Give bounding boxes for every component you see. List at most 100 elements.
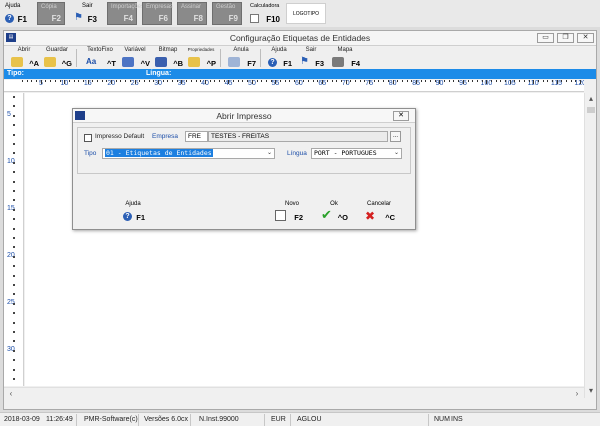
ruler-dot bbox=[13, 124, 15, 127]
horizontal-scrollbar[interactable]: ‹ › bbox=[4, 387, 584, 399]
ruler-tick bbox=[233, 80, 235, 82]
dialog-close-button[interactable]: ✕ bbox=[393, 111, 409, 121]
bitmap-button[interactable]: Bitmap ^B bbox=[153, 47, 183, 69]
calculator-button[interactable]: Calculadora F10 bbox=[247, 2, 283, 25]
ruler-tick bbox=[401, 80, 403, 82]
ruler-tick bbox=[195, 80, 197, 82]
help-button[interactable]: Ajuda ? F1 bbox=[2, 2, 30, 25]
ruler-tick bbox=[186, 80, 188, 82]
checkmark-icon: ✔ bbox=[321, 207, 332, 222]
status-currency: EUR bbox=[271, 416, 286, 423]
ruler-tick bbox=[322, 80, 324, 84]
exit-runner-icon: ⚑ bbox=[74, 12, 83, 23]
dialog-new-button[interactable]: Novo F2 bbox=[273, 201, 303, 223]
ruler-tick bbox=[373, 80, 375, 82]
ruler-tick bbox=[551, 80, 553, 82]
restore-button[interactable]: ❐ bbox=[557, 33, 574, 43]
scroll-thumb[interactable] bbox=[587, 107, 595, 113]
status-installation: N.Inst.99000 bbox=[199, 416, 239, 423]
ruler-dot bbox=[13, 171, 15, 174]
ruler-dot bbox=[13, 190, 15, 192]
vertical-scrollbar[interactable]: ▴ ▾ bbox=[584, 93, 596, 398]
sign-button[interactable]: Assinar F8 bbox=[177, 2, 207, 25]
exit-button[interactable]: Sair ⚑ F3 bbox=[72, 2, 100, 25]
open-button[interactable]: Abrir ^A bbox=[9, 47, 39, 69]
ruler-dot bbox=[13, 359, 15, 362]
empresa-code-field[interactable]: FRE bbox=[185, 131, 208, 142]
ruler-tick bbox=[45, 80, 47, 82]
toolbar-separator bbox=[220, 49, 221, 67]
ruler-tick bbox=[59, 80, 61, 82]
ruler-tick bbox=[566, 80, 568, 82]
folder-open-icon bbox=[11, 57, 23, 67]
ruler-tick bbox=[284, 80, 286, 82]
management-button[interactable]: Gestão F9 bbox=[212, 2, 242, 25]
ruler-tick bbox=[383, 80, 385, 82]
empresa-browse-button[interactable]: ... bbox=[390, 131, 401, 142]
ruler-dot bbox=[13, 312, 15, 315]
ruler-tick bbox=[434, 80, 436, 82]
dialog-cancel-button[interactable]: Cancelar ✖ ^C bbox=[363, 201, 395, 223]
close-window-button[interactable]: ✕ bbox=[577, 33, 594, 43]
ruler-dot bbox=[13, 105, 15, 108]
dialog-ok-button[interactable]: Ok ✔ ^O bbox=[320, 201, 348, 223]
minimize-button[interactable]: ▭ bbox=[537, 33, 554, 43]
ruler-tick bbox=[317, 80, 319, 82]
ruler-dot bbox=[13, 161, 15, 164]
copy-button[interactable]: Cópia F2 bbox=[37, 2, 65, 25]
ruler-tick bbox=[92, 80, 94, 82]
companies-button[interactable]: Empresas F6 bbox=[142, 2, 173, 25]
dialog-help-button[interactable]: Ajuda ? F1 bbox=[121, 201, 145, 223]
ruler-dot bbox=[13, 246, 15, 249]
scroll-left-icon[interactable]: ‹ bbox=[6, 389, 16, 399]
ruler-tick bbox=[101, 80, 103, 82]
lingua-select-value: PORT - PORTUGUES bbox=[314, 149, 377, 157]
ruler-tick bbox=[251, 80, 253, 84]
ruler-tick bbox=[491, 80, 492, 82]
ruler-tick bbox=[350, 80, 352, 82]
ruler-tick bbox=[411, 80, 413, 82]
ruler-dot bbox=[13, 152, 15, 155]
ruler-tick bbox=[294, 80, 296, 82]
ruler-tick bbox=[242, 80, 244, 82]
open-form-dialog: Abrir Impresso ✕ Impresso Default Empres… bbox=[72, 108, 416, 230]
ruler-dot bbox=[13, 218, 15, 221]
variable-button[interactable]: Variável ^V bbox=[120, 47, 150, 69]
help-icon: ? bbox=[268, 58, 277, 67]
ruler-tick bbox=[270, 80, 272, 82]
ruler-tick bbox=[462, 80, 464, 84]
ruler-dot bbox=[13, 265, 15, 268]
ruler-tick bbox=[528, 80, 530, 82]
window-exit-button[interactable]: Sair ⚑ F3 bbox=[298, 47, 324, 69]
ruler-dot bbox=[13, 368, 15, 371]
scroll-down-icon[interactable]: ▾ bbox=[586, 386, 596, 396]
ruler-tick bbox=[68, 80, 70, 82]
map-button[interactable]: Mapa F4 bbox=[330, 47, 360, 69]
ruler-tick bbox=[505, 80, 507, 82]
scroll-up-icon[interactable]: ▴ bbox=[586, 94, 596, 104]
status-num: NUM bbox=[434, 416, 450, 423]
window-titlebar: ▤ Configuração Etiquetas de Entidades ▭ … bbox=[4, 31, 596, 46]
ruler-tick bbox=[340, 80, 342, 82]
save-button[interactable]: Guardar ^G bbox=[42, 47, 72, 69]
scroll-right-icon[interactable]: › bbox=[572, 389, 582, 399]
ruler-tick bbox=[26, 80, 28, 82]
impresso-default-checkbox[interactable] bbox=[84, 134, 92, 142]
logo: LOGOTIPO bbox=[286, 3, 326, 24]
fixed-text-button[interactable]: TextoFixo Aa ^T bbox=[84, 47, 116, 69]
tipo-select[interactable]: 01 - Etiquetas de Entidades ⌄ bbox=[102, 148, 275, 159]
properties-button[interactable]: Propriedades ^P bbox=[186, 47, 216, 69]
lingua-select[interactable]: PORT - PORTUGUES ⌄ bbox=[311, 148, 402, 159]
status-version: Versões 6.0cx bbox=[144, 416, 188, 423]
ruler-tick bbox=[509, 80, 511, 84]
undo-button[interactable]: Anula F7 bbox=[226, 47, 256, 69]
ruler-tick bbox=[261, 80, 263, 82]
folder-save-icon bbox=[44, 57, 56, 67]
window-help-button[interactable]: Ajuda ? F1 bbox=[266, 47, 292, 69]
ruler-dot bbox=[13, 208, 15, 211]
ruler-dot bbox=[13, 340, 15, 343]
imports-button[interactable]: Importações F4 bbox=[107, 2, 144, 25]
ruler-tick bbox=[289, 80, 291, 82]
status-time: 11:26:49 bbox=[46, 416, 73, 423]
ruler-tick bbox=[364, 80, 366, 82]
